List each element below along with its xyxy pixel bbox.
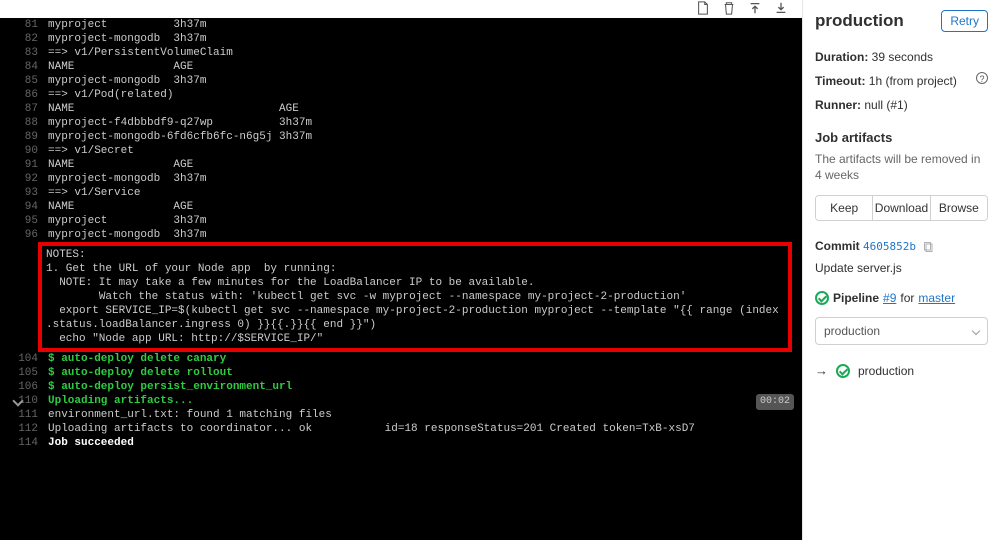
download-button[interactable]: Download: [872, 196, 929, 220]
branch-link[interactable]: master: [918, 291, 955, 305]
job-list-item[interactable]: → production: [815, 363, 988, 378]
log-line: 111environment_url.txt: found 1 matching…: [0, 408, 802, 422]
log-line: 91NAME AGE: [0, 158, 802, 172]
keep-button[interactable]: Keep: [816, 196, 872, 220]
copy-icon[interactable]: [923, 241, 935, 253]
scroll-top-icon[interactable]: [748, 1, 762, 15]
log-line: Watch the status with: 'kubectl get svc …: [42, 290, 788, 304]
runner-row: Runner: null (#1): [815, 96, 988, 114]
commit-row: Commit 4605852b: [815, 239, 988, 253]
retry-button[interactable]: Retry: [941, 10, 988, 32]
artifacts-note: The artifacts will be removed in 4 weeks: [815, 151, 988, 183]
commit-message: Update server.js: [815, 261, 988, 275]
log-line: export SERVICE_IP=$(kubectl get svc --na…: [42, 304, 788, 332]
log-line: 106$ auto-deploy persist_environment_url: [0, 380, 802, 394]
pipeline-row: Pipeline #9 for master: [815, 291, 988, 305]
chevron-down-icon: [972, 327, 980, 335]
duration-row: Duration: 39 seconds: [815, 48, 988, 66]
log-line: NOTES:: [42, 248, 788, 262]
pipeline-link[interactable]: #9: [883, 291, 896, 305]
log-line: echo "Node app URL: http://$SERVICE_IP/": [42, 332, 788, 346]
log-line: 89myproject-mongodb-6fd6cfb6fc-n6g5j 3h3…: [0, 130, 802, 144]
notes-highlight: NOTES:1. Get the URL of your Node app by…: [38, 242, 792, 352]
job-sidebar: production Retry Duration: 39 seconds Ti…: [802, 0, 1000, 540]
log-line: 84NAME AGE: [0, 60, 802, 74]
browse-button[interactable]: Browse: [930, 196, 987, 220]
log-line: 90==> v1/Secret: [0, 144, 802, 158]
status-success-icon: [815, 291, 829, 305]
log-line: NOTE: It may take a few minutes for the …: [42, 276, 788, 290]
log-line: 93==> v1/Service: [0, 186, 802, 200]
log-panel: 81myproject 3h37m82myproject-mongodb 3h3…: [0, 0, 802, 540]
commit-sha-link[interactable]: 4605852b: [863, 240, 916, 253]
log-line: 83==> v1/PersistentVolumeClaim: [0, 46, 802, 60]
scroll-bottom-icon[interactable]: [774, 1, 788, 15]
artifacts-buttons: Keep Download Browse: [815, 195, 988, 221]
log-line: 96myproject-mongodb 3h37m: [0, 228, 802, 242]
log-line: 95myproject 3h37m: [0, 214, 802, 228]
log-line: 114Job succeeded: [0, 436, 802, 450]
status-success-icon: [836, 364, 850, 378]
arrow-right-icon: →: [815, 363, 828, 378]
log-line: 110Uploading artifacts...00:02: [0, 394, 802, 408]
trash-icon[interactable]: [722, 1, 736, 15]
log-line: 104$ auto-deploy delete canary: [0, 352, 802, 366]
timeout-row: Timeout: 1h (from project) ?: [815, 72, 988, 90]
log-line: 81myproject 3h37m: [0, 18, 802, 32]
log-line: 112Uploading artifacts to coordinator...…: [0, 422, 802, 436]
log-line: 85myproject-mongodb 3h37m: [0, 74, 802, 88]
log-line: 92myproject-mongodb 3h37m: [0, 172, 802, 186]
job-title: production: [815, 11, 904, 31]
log-line: 94NAME AGE: [0, 200, 802, 214]
log-line: 82myproject-mongodb 3h37m: [0, 32, 802, 46]
raw-log-icon[interactable]: [696, 1, 710, 15]
log-line: 105$ auto-deploy delete rollout: [0, 366, 802, 380]
artifacts-title: Job artifacts: [815, 130, 988, 145]
help-icon[interactable]: ?: [976, 72, 988, 84]
stage-dropdown[interactable]: production: [815, 317, 988, 345]
log-toolbar: [0, 0, 802, 18]
log-line: 87NAME AGE: [0, 102, 802, 116]
log-line: 1. Get the URL of your Node app by runni…: [42, 262, 788, 276]
job-log[interactable]: 81myproject 3h37m82myproject-mongodb 3h3…: [0, 18, 802, 540]
duration-badge: 00:02: [756, 394, 794, 410]
log-line: 88myproject-f4dbbbdf9-q27wp 3h37m: [0, 116, 802, 130]
log-line: 86==> v1/Pod(related): [0, 88, 802, 102]
